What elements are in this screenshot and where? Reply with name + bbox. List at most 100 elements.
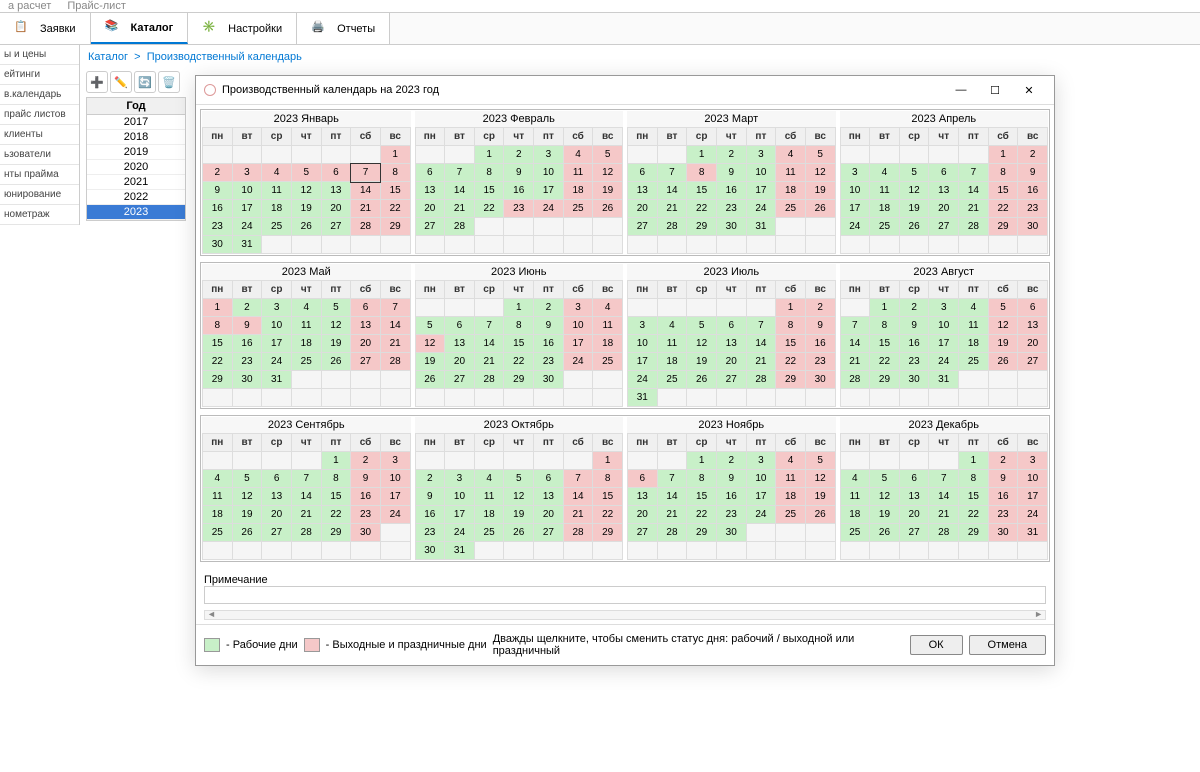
day-cell[interactable]: 5 (232, 470, 262, 488)
day-cell[interactable]: 7 (380, 299, 410, 317)
day-cell[interactable]: 19 (504, 506, 534, 524)
day-cell[interactable]: 29 (776, 371, 806, 389)
day-cell[interactable]: 26 (593, 200, 623, 218)
day-cell[interactable]: 14 (657, 488, 687, 506)
day-cell[interactable]: 10 (746, 470, 776, 488)
day-cell[interactable]: 18 (776, 488, 806, 506)
day-cell[interactable]: 2 (504, 146, 534, 164)
day-cell[interactable]: 20 (929, 200, 959, 218)
day-cell[interactable]: 3 (445, 470, 475, 488)
day-cell[interactable]: 23 (988, 506, 1018, 524)
day-cell[interactable]: 29 (321, 524, 351, 542)
day-cell[interactable]: 12 (988, 317, 1018, 335)
day-cell[interactable]: 13 (415, 182, 445, 200)
day-cell[interactable]: 15 (687, 182, 717, 200)
day-cell[interactable]: 10 (746, 164, 776, 182)
nav-item-1[interactable]: ейтинги (0, 65, 79, 85)
day-cell[interactable]: 1 (870, 299, 900, 317)
day-cell[interactable]: 22 (870, 353, 900, 371)
day-cell[interactable]: 1 (776, 299, 806, 317)
day-cell[interactable]: 23 (805, 353, 835, 371)
day-cell[interactable]: 29 (203, 371, 233, 389)
day-cell[interactable]: 17 (746, 488, 776, 506)
day-cell[interactable]: 5 (321, 299, 351, 317)
day-cell[interactable]: 18 (474, 506, 504, 524)
day-cell[interactable]: 1 (988, 146, 1018, 164)
day-cell[interactable]: 23 (1018, 200, 1048, 218)
day-cell[interactable]: 11 (203, 488, 233, 506)
day-cell[interactable]: 28 (929, 524, 959, 542)
day-cell[interactable]: 1 (380, 146, 410, 164)
day-cell[interactable]: 27 (716, 371, 746, 389)
day-cell[interactable]: 21 (474, 353, 504, 371)
day-cell[interactable]: 19 (687, 353, 717, 371)
day-cell[interactable]: 27 (445, 371, 475, 389)
day-cell[interactable]: 1 (474, 146, 504, 164)
day-cell[interactable]: 15 (380, 182, 410, 200)
refresh-button[interactable]: 🔄 (134, 71, 156, 93)
day-cell[interactable]: 18 (262, 200, 292, 218)
day-cell[interactable]: 4 (203, 470, 233, 488)
day-cell[interactable]: 14 (474, 335, 504, 353)
day-cell[interactable]: 18 (563, 182, 593, 200)
day-cell[interactable]: 10 (445, 488, 475, 506)
day-cell[interactable]: 27 (321, 218, 351, 236)
day-cell[interactable]: 10 (929, 317, 959, 335)
day-cell[interactable]: 8 (380, 164, 410, 182)
day-cell[interactable]: 29 (687, 218, 717, 236)
day-cell[interactable]: 28 (563, 524, 593, 542)
day-cell[interactable]: 19 (232, 506, 262, 524)
day-cell[interactable]: 16 (805, 335, 835, 353)
day-cell[interactable]: 9 (988, 470, 1018, 488)
day-cell[interactable]: 14 (351, 182, 381, 200)
maximize-button[interactable]: ☐ (978, 80, 1012, 100)
day-cell[interactable]: 2 (534, 299, 564, 317)
day-cell[interactable]: 8 (593, 470, 623, 488)
day-cell[interactable]: 28 (351, 218, 381, 236)
day-cell[interactable]: 4 (776, 146, 806, 164)
day-cell[interactable]: 30 (415, 542, 445, 560)
day-cell[interactable]: 26 (232, 524, 262, 542)
day-cell[interactable]: 7 (657, 164, 687, 182)
day-cell[interactable]: 10 (534, 164, 564, 182)
day-cell[interactable]: 7 (351, 164, 381, 182)
day-cell[interactable]: 10 (628, 335, 658, 353)
day-cell[interactable]: 12 (504, 488, 534, 506)
day-cell[interactable]: 12 (899, 182, 929, 200)
day-cell[interactable]: 20 (262, 506, 292, 524)
day-cell[interactable]: 22 (203, 353, 233, 371)
day-cell[interactable]: 25 (203, 524, 233, 542)
year-row-2023[interactable]: 2023 (87, 205, 185, 220)
day-cell[interactable]: 18 (291, 335, 321, 353)
tab-requests[interactable]: 📋Заявки (0, 13, 91, 44)
day-cell[interactable]: 4 (840, 470, 870, 488)
day-cell[interactable]: 13 (351, 317, 381, 335)
day-cell[interactable]: 9 (805, 317, 835, 335)
day-cell[interactable]: 12 (805, 470, 835, 488)
day-cell[interactable]: 6 (628, 470, 658, 488)
day-cell[interactable]: 20 (628, 506, 658, 524)
day-cell[interactable]: 1 (687, 146, 717, 164)
year-row-2019[interactable]: 2019 (87, 145, 185, 160)
day-cell[interactable]: 25 (563, 200, 593, 218)
day-cell[interactable]: 8 (321, 470, 351, 488)
day-cell[interactable]: 24 (929, 353, 959, 371)
day-cell[interactable]: 2 (232, 299, 262, 317)
day-cell[interactable]: 9 (203, 182, 233, 200)
day-cell[interactable]: 15 (474, 182, 504, 200)
day-cell[interactable]: 2 (716, 146, 746, 164)
day-cell[interactable]: 17 (628, 353, 658, 371)
day-cell[interactable]: 21 (380, 335, 410, 353)
day-cell[interactable]: 17 (380, 488, 410, 506)
day-cell[interactable]: 3 (746, 452, 776, 470)
day-cell[interactable]: 27 (262, 524, 292, 542)
day-cell[interactable]: 27 (899, 524, 929, 542)
day-cell[interactable]: 25 (959, 353, 989, 371)
day-cell[interactable]: 21 (445, 200, 475, 218)
day-cell[interactable]: 7 (474, 317, 504, 335)
day-cell[interactable]: 4 (959, 299, 989, 317)
day-cell[interactable]: 16 (716, 182, 746, 200)
day-cell[interactable]: 8 (776, 317, 806, 335)
day-cell[interactable]: 6 (899, 470, 929, 488)
day-cell[interactable]: 11 (291, 317, 321, 335)
